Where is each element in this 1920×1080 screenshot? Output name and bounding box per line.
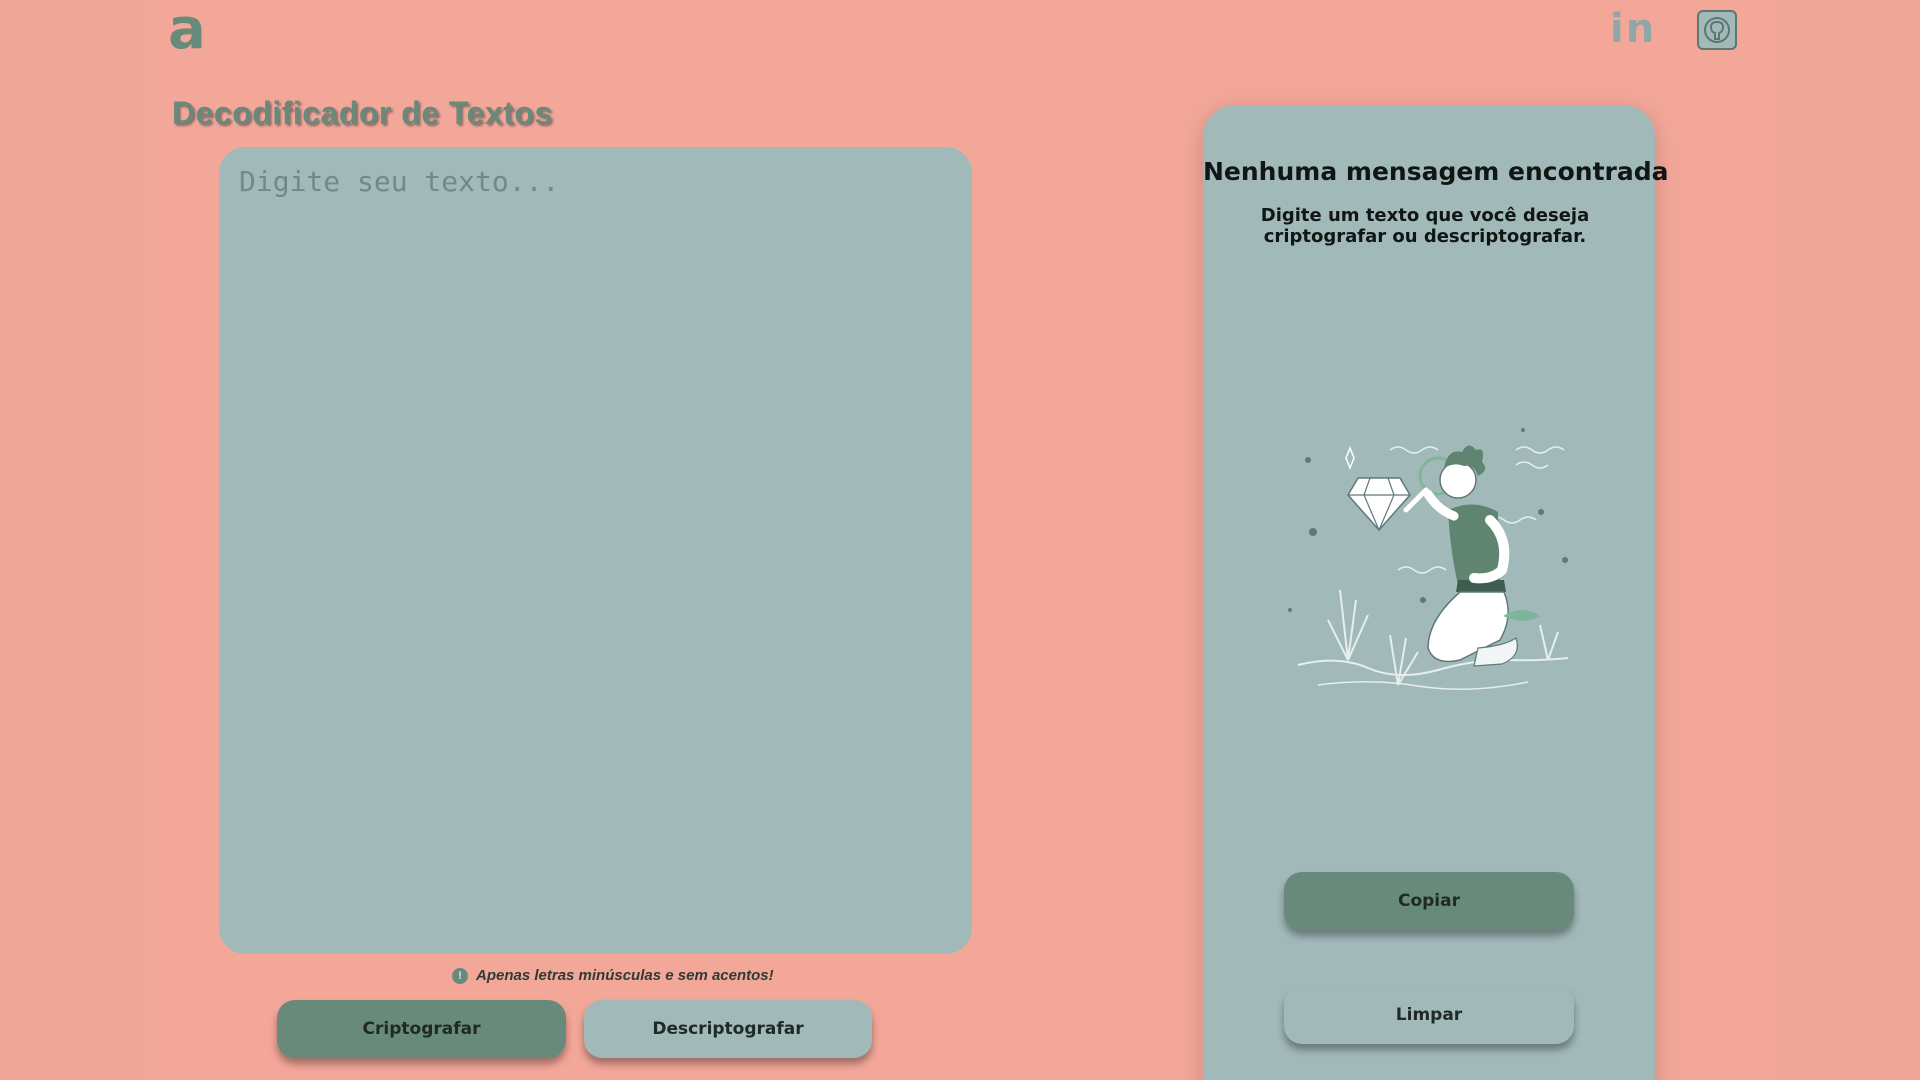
output-title: Nenhuma mensagem encontrada bbox=[1203, 157, 1669, 186]
hint-text: Apenas letras minúsculas e sem acentos! bbox=[476, 967, 774, 984]
person-searching-diamond-illustration bbox=[1288, 428, 1569, 690]
output-panel: Nenhuma mensagem encontrada Digite um te… bbox=[1203, 105, 1669, 1080]
decrypt-button[interactable]: Descriptografar bbox=[584, 1000, 872, 1058]
output-description: Digite um texto que você deseja criptogr… bbox=[1260, 205, 1590, 247]
info-icon: ! bbox=[452, 967, 468, 984]
side-gutter-right bbox=[1775, 0, 1920, 1080]
encrypt-button[interactable]: Criptografar bbox=[277, 1000, 566, 1058]
app-frame: a in Decodificador de Textos ! Apenas le… bbox=[0, 0, 1920, 1080]
linkedin-icon[interactable]: in bbox=[1610, 6, 1656, 52]
text-input[interactable] bbox=[219, 147, 972, 954]
copy-button[interactable]: Copiar bbox=[1284, 872, 1574, 930]
page-title: Decodificador de Textos bbox=[172, 95, 553, 131]
side-gutter-left bbox=[0, 0, 145, 1080]
logo: a bbox=[168, 0, 206, 62]
clear-button[interactable]: Limpar bbox=[1284, 986, 1574, 1044]
input-hint: ! Apenas letras minúsculas e sem acentos… bbox=[452, 967, 774, 984]
github-icon[interactable] bbox=[1697, 10, 1737, 50]
github-glyph bbox=[1704, 17, 1730, 43]
